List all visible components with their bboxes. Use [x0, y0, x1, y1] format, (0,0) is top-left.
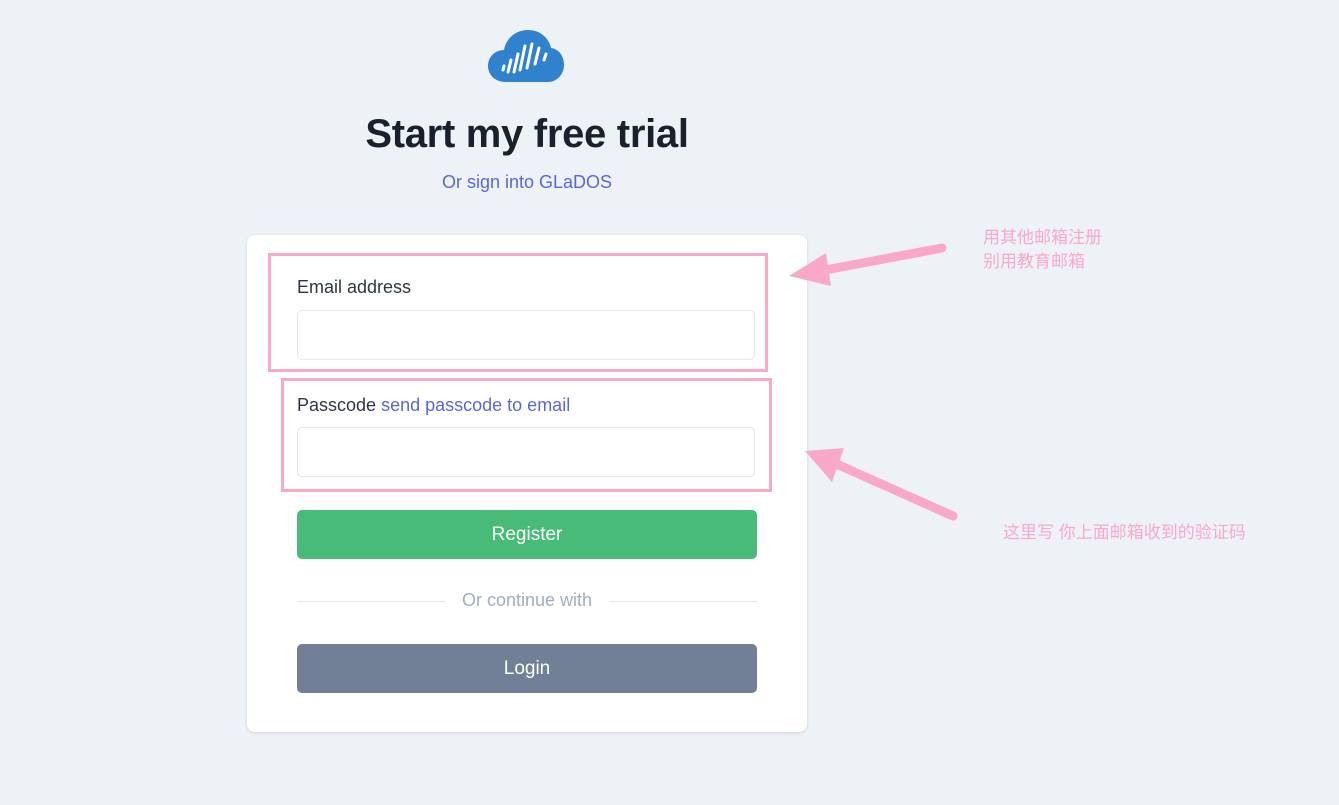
annotation-note-2: 这里写 你上面邮箱收到的验证码 — [1003, 523, 1246, 542]
arrow-to-email-icon — [789, 243, 947, 286]
annotation-arrows — [789, 243, 958, 521]
annotation-note-1: 用其他邮箱注册 别用教育邮箱 — [983, 226, 1102, 274]
annotation-note-1-line1: 用其他邮箱注册 — [983, 228, 1102, 247]
annotation-note-1-line2: 别用教育邮箱 — [983, 252, 1085, 271]
arrow-to-passcode-icon — [805, 448, 958, 521]
